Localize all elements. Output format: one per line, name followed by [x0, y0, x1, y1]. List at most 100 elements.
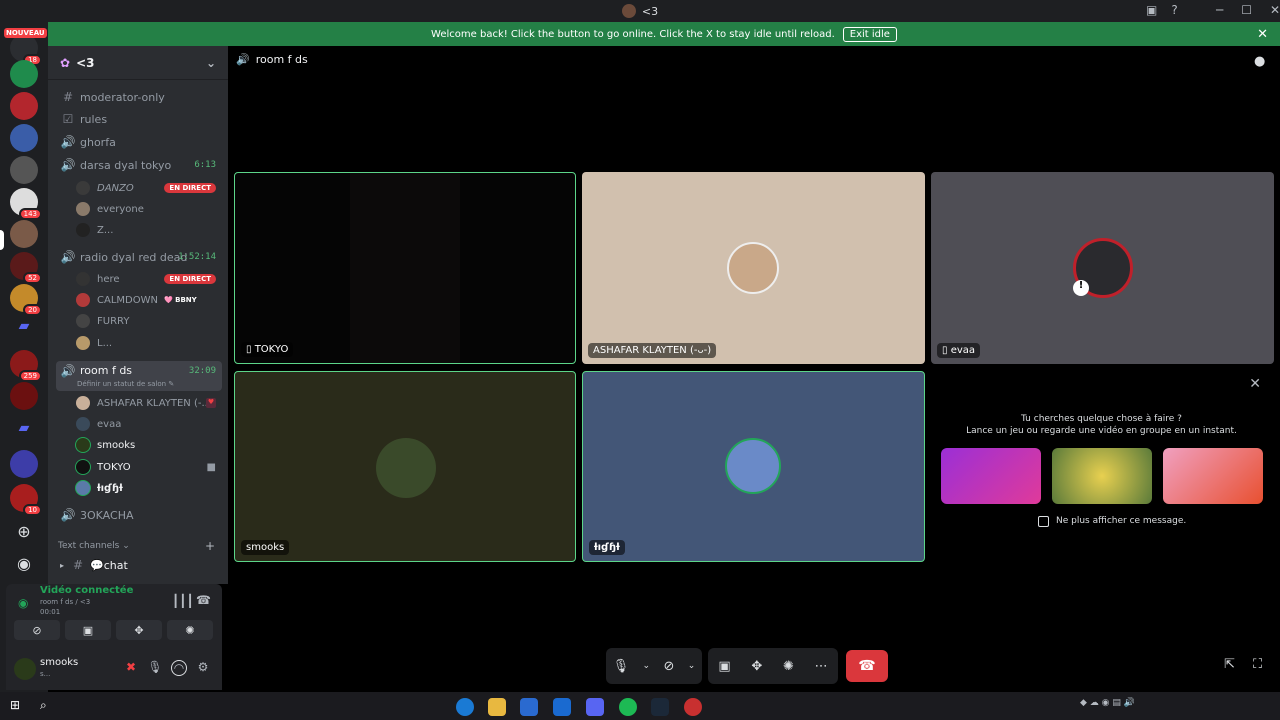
folder-icon[interactable]: ▰ [10, 420, 38, 448]
close-icon[interactable]: ✕ [1249, 376, 1261, 392]
channel-label: ghorfa [80, 135, 116, 149]
discord-icon[interactable] [586, 698, 604, 716]
add-server-icon[interactable]: ⊕ [10, 518, 38, 546]
voice-user[interactable]: smooks [76, 435, 222, 455]
start-icon[interactable]: ⊞ [10, 698, 28, 716]
disconnect-icon[interactable]: ☎ [196, 593, 211, 607]
add-channel-icon[interactable]: + [205, 539, 215, 553]
camera-off-icon[interactable]: ⊘ [663, 659, 674, 674]
fullscreen-icon[interactable]: ⛶ [1253, 657, 1262, 672]
user-name[interactable]: smooks [40, 657, 78, 668]
video-tile-light[interactable]: ƚıɠɧƚ [582, 371, 925, 562]
discover-icon[interactable]: ◉ [10, 550, 38, 578]
server-icon[interactable] [10, 156, 38, 184]
activities-button[interactable]: ✥ [116, 620, 162, 640]
chevron-down-icon[interactable]: ⌄ [643, 661, 651, 671]
server-icon-selected[interactable] [10, 220, 38, 248]
chevron-down-icon[interactable]: ⌄ [206, 56, 216, 70]
outlook-icon[interactable] [553, 698, 571, 716]
server-icon[interactable]: 52 [10, 252, 42, 284]
server-icon[interactable]: 143 [10, 188, 42, 220]
app-icon[interactable] [684, 698, 702, 716]
file-explorer-icon[interactable] [488, 698, 506, 716]
server-icon[interactable] [10, 92, 38, 120]
settings-icon[interactable]: ⚙ [195, 660, 211, 676]
inbox-icon[interactable]: ▣ [1146, 3, 1157, 17]
user-name: smooks [97, 439, 136, 451]
voice-user[interactable]: L... [76, 333, 222, 353]
voice-user[interactable]: DANZO EN DIRECT [76, 178, 222, 198]
edge-icon[interactable] [456, 698, 474, 716]
server-icon[interactable] [10, 382, 38, 410]
voice-user[interactable]: CALMDOWN 🩷 BBNY [76, 290, 222, 310]
folder-icon[interactable]: ▰ [10, 318, 38, 346]
stage-header: 🔊 room f ds [236, 53, 308, 66]
video-tile-evaa[interactable]: ! ▯ evaa [931, 172, 1274, 364]
share-screen-icon[interactable]: ▣ [718, 659, 730, 674]
voice-user[interactable]: evaa [76, 414, 222, 434]
video-tile-smooks[interactable]: smooks [234, 371, 576, 562]
dont-show-checkbox[interactable] [1038, 516, 1049, 527]
store-icon[interactable] [520, 698, 538, 716]
microphone-icon[interactable]: 🎙 [613, 659, 630, 674]
search-icon[interactable]: ⌕ [40, 698, 58, 716]
close-banner-icon[interactable]: ✕ [1257, 27, 1268, 42]
set-channel-status[interactable]: Définir un statut de salon ✎ [77, 380, 174, 388]
server-icon[interactable] [10, 450, 38, 478]
voice-user[interactable]: ASHAFAR KLAYTEN (-... ♥ [76, 393, 222, 413]
voice-user[interactable]: here EN DIRECT [76, 269, 222, 289]
game-bobble-league[interactable] [1163, 448, 1263, 504]
server-icon[interactable]: 259 [10, 350, 42, 382]
minimize-button[interactable]: ─ [1216, 3, 1223, 17]
system-tray[interactable]: ◆ ☁ ◉ ▤ 🔊 [1080, 698, 1200, 716]
help-icon[interactable]: ? [1171, 3, 1177, 17]
chat-bubble-icon[interactable]: ● [1254, 54, 1265, 69]
camera-off-button[interactable]: ⊘ [14, 620, 60, 640]
server-icon[interactable] [10, 124, 38, 152]
activities-icon[interactable]: ✥ [751, 659, 762, 674]
more-icon[interactable]: ⋯ [815, 659, 828, 674]
close-window-button[interactable]: ✕ [1270, 3, 1280, 17]
user-avatar[interactable] [14, 658, 36, 680]
exit-idle-button[interactable]: Exit idle [842, 26, 897, 42]
channel-rules[interactable]: ☑ rules [56, 108, 222, 130]
channel-3okacha[interactable]: 🔊 3OKACHA [56, 504, 222, 526]
soundboard-wave-icon[interactable]: ┃┃┃ [172, 594, 194, 608]
soundboard-button[interactable]: ✺ [167, 620, 213, 640]
server-icon[interactable]: 20 [10, 284, 42, 316]
spotify-icon[interactable] [619, 698, 637, 716]
popout-icon[interactable]: ⇱ [1224, 657, 1235, 672]
signal-icon[interactable]: ◉ [18, 596, 28, 610]
share-screen-button[interactable]: ▣ [65, 620, 111, 640]
game-puzzle[interactable] [1052, 448, 1152, 504]
title-bar: <3 ▣ ? ─ ☐ ✕ [0, 0, 1280, 22]
voice-status[interactable]: Vidéo connectée [40, 585, 133, 596]
channel-radio-dyal-red-dead[interactable]: 🔊 radio dyal red dead 1:52:14 [56, 246, 222, 268]
voice-user[interactable]: Z... [76, 220, 222, 240]
home-button[interactable]: 18 [10, 34, 42, 66]
voice-user[interactable]: TOKYO ■ [76, 457, 222, 477]
disconnect-button[interactable]: ☎ [846, 650, 888, 682]
channel-ghorfa[interactable]: 🔊 ghorfa [56, 131, 222, 153]
game-controller-icon[interactable]: ✖ [123, 660, 139, 676]
category-text-channels[interactable]: Text channels ⌄ [58, 541, 130, 551]
voice-user[interactable]: everyone [76, 199, 222, 219]
server-icon[interactable] [10, 60, 38, 88]
channel-darsa-dyal-tokyo[interactable]: 🔊 darsa dyal tokyo 6:13 [56, 154, 222, 176]
soundboard-icon[interactable]: ✺ [783, 659, 794, 674]
microphone-icon[interactable]: 🎙 [147, 660, 163, 676]
channel-chat[interactable]: ▸ # 💬chat [56, 554, 222, 576]
headset-icon[interactable]: ◠ [171, 660, 187, 676]
video-tile-tokyo[interactable]: ▯ TOKYO [234, 172, 576, 364]
user-name: ƚıɠɧƚ [97, 482, 123, 494]
voice-user[interactable]: FURRY [76, 311, 222, 331]
voice-user[interactable]: ƚıɠɧƚ [76, 478, 222, 498]
chevron-down-icon[interactable]: ⌄ [688, 661, 696, 671]
maximize-button[interactable]: ☐ [1241, 3, 1252, 17]
channel-moderator-only[interactable]: # moderator-only [56, 86, 222, 108]
video-tile-ashafar[interactable]: ASHAFAR KLAYTEN (-ᴗ-) [582, 172, 925, 364]
server-icon[interactable]: 10 [10, 484, 42, 516]
steam-icon[interactable] [651, 698, 669, 716]
game-blocks[interactable] [941, 448, 1041, 504]
server-header[interactable]: ✿ <3 ⌄ [48, 46, 228, 80]
